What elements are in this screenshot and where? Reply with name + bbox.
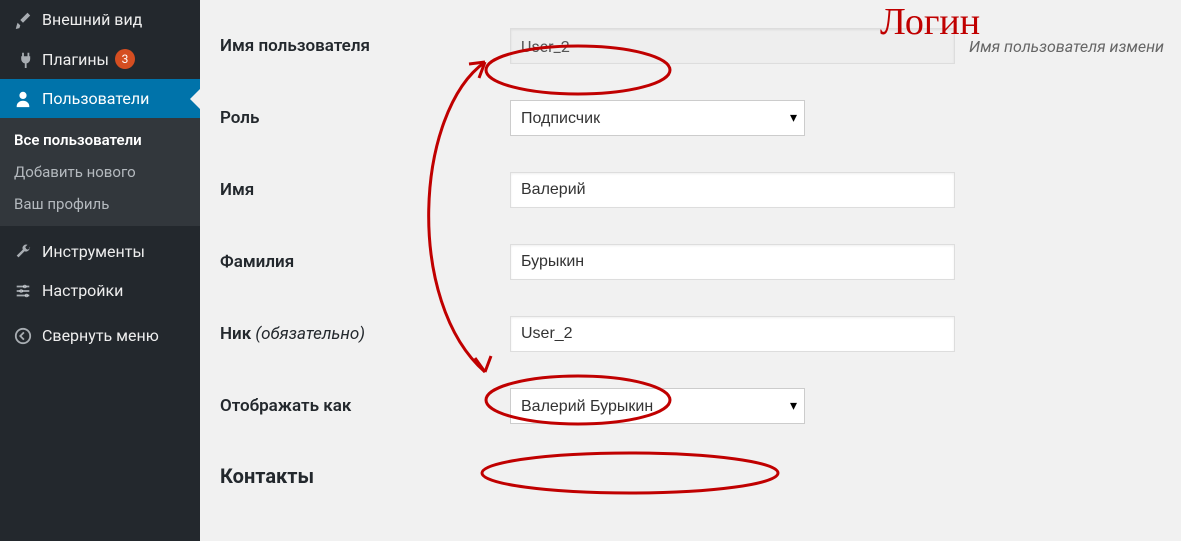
display-name-select[interactable]: Валерий Бурыкин <box>510 388 805 424</box>
sidebar-item-label: Пользователи <box>42 89 149 108</box>
row-username: Имя пользователя User_2 Имя пользователя… <box>220 10 1161 82</box>
admin-sidebar: Внешний вид Плагины 3 Пользователи Все п… <box>0 0 200 541</box>
username-hint: Имя пользователя измени <box>969 37 1164 56</box>
firstname-input[interactable] <box>510 172 955 208</box>
sidebar-item-label: Инструменты <box>42 242 145 261</box>
lastname-label: Фамилия <box>220 252 510 272</box>
sidebar-sub-your-profile[interactable]: Ваш профиль <box>0 188 200 220</box>
lastname-input[interactable] <box>510 244 955 280</box>
row-firstname: Имя <box>220 154 1161 226</box>
role-label: Роль <box>220 108 510 128</box>
sidebar-item-settings[interactable]: Настройки <box>0 271 200 310</box>
sidebar-item-users[interactable]: Пользователи <box>0 79 200 118</box>
nickname-label: Ник (обязательно) <box>220 324 510 344</box>
user-icon <box>12 90 34 108</box>
cut-off-heading <box>220 0 1161 10</box>
sidebar-sub-all-users[interactable]: Все пользователи <box>0 124 200 156</box>
brush-icon <box>12 11 34 29</box>
sidebar-item-collapse[interactable]: Свернуть меню <box>0 316 200 355</box>
contacts-heading: Контакты <box>220 442 1161 488</box>
sidebar-submenu-users: Все пользователи Добавить нового Ваш про… <box>0 118 200 226</box>
nickname-input[interactable] <box>510 316 955 352</box>
sidebar-item-plugins[interactable]: Плагины 3 <box>0 39 200 79</box>
plugins-update-badge: 3 <box>115 49 135 69</box>
annotation-login-label: Логин <box>880 0 980 44</box>
username-label: Имя пользователя <box>220 36 510 56</box>
row-lastname: Фамилия <box>220 226 1161 298</box>
sidebar-item-label: Настройки <box>42 281 123 300</box>
sidebar-sub-add-new[interactable]: Добавить нового <box>0 156 200 188</box>
collapse-icon <box>12 327 34 345</box>
display-label: Отображать как <box>220 396 510 416</box>
row-nickname: Ник (обязательно) <box>220 298 1161 370</box>
role-select[interactable]: Подписчик <box>510 100 805 136</box>
row-role: Роль Подписчик <box>220 82 1161 154</box>
sliders-icon <box>12 282 34 300</box>
row-display-name: Отображать как Валерий Бурыкин <box>220 370 1161 442</box>
sidebar-item-tools[interactable]: Инструменты <box>0 232 200 271</box>
wrench-icon <box>12 243 34 261</box>
sidebar-item-label: Внешний вид <box>42 10 142 29</box>
sidebar-item-appearance[interactable]: Внешний вид <box>0 0 200 39</box>
plug-icon <box>12 50 34 68</box>
main-content: Логин Имя пользователя User_2 Имя пользо… <box>200 0 1181 541</box>
sidebar-item-label: Плагины <box>42 50 109 69</box>
sidebar-item-label: Свернуть меню <box>42 326 159 345</box>
firstname-label: Имя <box>220 180 510 200</box>
